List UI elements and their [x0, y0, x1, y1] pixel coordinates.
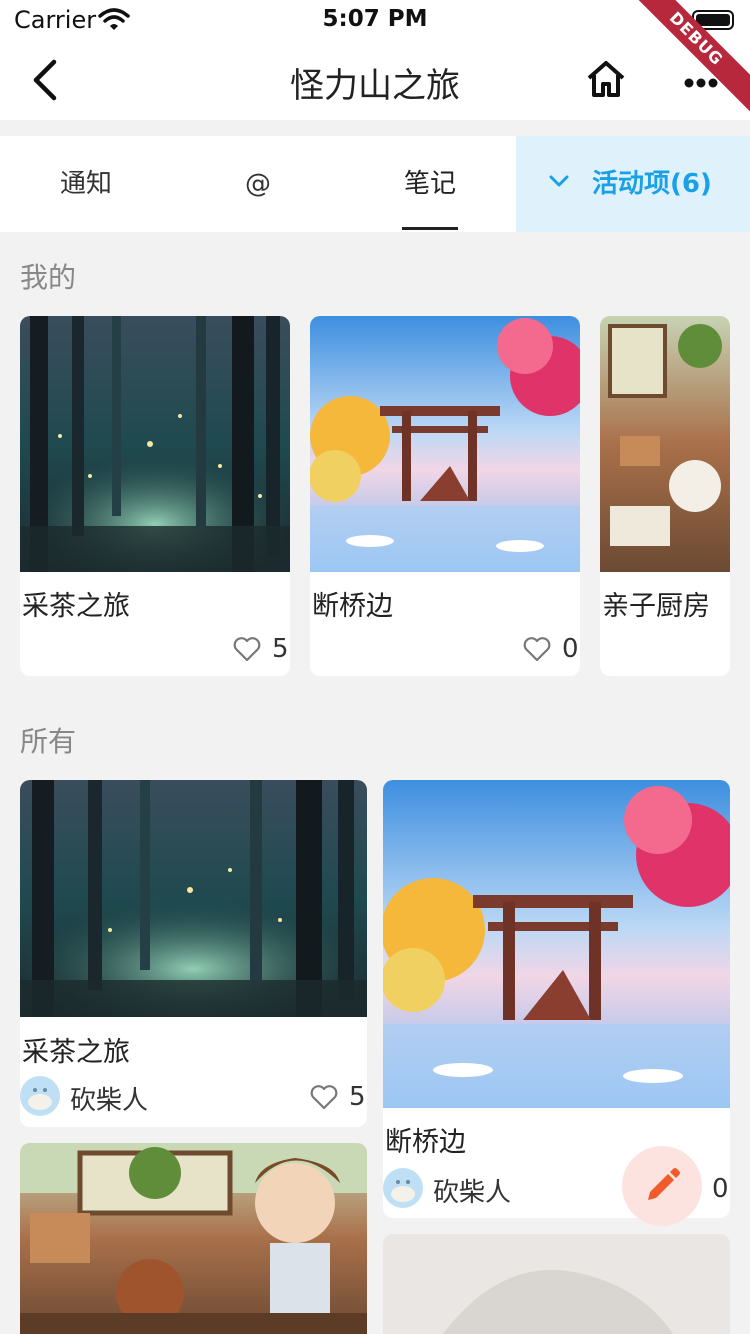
- tab-label: @: [245, 169, 271, 199]
- note-card[interactable]: [383, 1234, 730, 1334]
- heart-icon[interactable]: [310, 1084, 338, 1110]
- compose-button[interactable]: [622, 1146, 702, 1226]
- tab-bar: 通知 @ 笔记 活动项(6): [0, 136, 750, 232]
- avatar[interactable]: [383, 1168, 423, 1208]
- card-image-forest: [20, 316, 290, 572]
- status-time: 5:07 PM: [322, 6, 428, 32]
- note-card[interactable]: 断桥边 0: [310, 316, 580, 676]
- tab-label: 通知: [59, 169, 112, 199]
- page-title: 怪力山之旅: [290, 66, 460, 106]
- tab-label: 笔记: [403, 169, 456, 199]
- activity-label: 活动项(6): [592, 169, 712, 199]
- more-icon[interactable]: [684, 78, 718, 88]
- like-count: 0: [562, 634, 579, 664]
- home-icon[interactable]: [586, 60, 626, 98]
- note-card[interactable]: 亲子厨房: [600, 316, 730, 676]
- card-image-kitchen: [600, 316, 730, 572]
- card-title: 采茶之旅: [22, 1037, 130, 1068]
- note-card[interactable]: 采茶之旅 5: [20, 316, 290, 676]
- card-image-forest: [20, 780, 367, 1017]
- tab-mentions[interactable]: @: [172, 136, 344, 232]
- pencil-icon: [648, 1168, 680, 1200]
- tab-notes[interactable]: 笔记: [344, 136, 516, 232]
- tab-notifications[interactable]: 通知: [0, 136, 172, 232]
- active-tab-indicator: [402, 227, 458, 230]
- author-name[interactable]: 砍柴人: [70, 1080, 148, 1117]
- heart-icon[interactable]: [233, 636, 261, 662]
- chevron-down-icon: [549, 175, 569, 187]
- like-count: 5: [349, 1082, 366, 1112]
- like-count: 5: [272, 634, 289, 664]
- activity-dropdown[interactable]: 活动项(6): [516, 136, 750, 232]
- card-title: 断桥边: [385, 1127, 466, 1158]
- card-image-kitchen: [20, 1143, 367, 1334]
- note-card[interactable]: [20, 1143, 367, 1334]
- status-bar: Carrier 5:07 PM: [0, 0, 750, 40]
- note-card[interactable]: 采茶之旅 砍柴人 5: [20, 780, 367, 1127]
- back-icon[interactable]: [28, 58, 64, 102]
- like-count: 0: [712, 1174, 729, 1204]
- card-image-torii: [310, 316, 580, 572]
- section-title-all: 所有: [20, 725, 77, 758]
- card-title: 采茶之旅: [22, 591, 130, 622]
- section-title-mine: 我的: [20, 261, 77, 294]
- card-title: 亲子厨房: [602, 591, 710, 622]
- card-image-torii: [383, 780, 730, 1108]
- nav-bar: 怪力山之旅: [0, 40, 750, 120]
- heart-icon[interactable]: [523, 636, 551, 662]
- card-title: 断桥边: [312, 591, 393, 622]
- avatar[interactable]: [20, 1076, 60, 1116]
- card-image-sketch: [383, 1234, 730, 1334]
- author-name[interactable]: 砍柴人: [433, 1172, 511, 1209]
